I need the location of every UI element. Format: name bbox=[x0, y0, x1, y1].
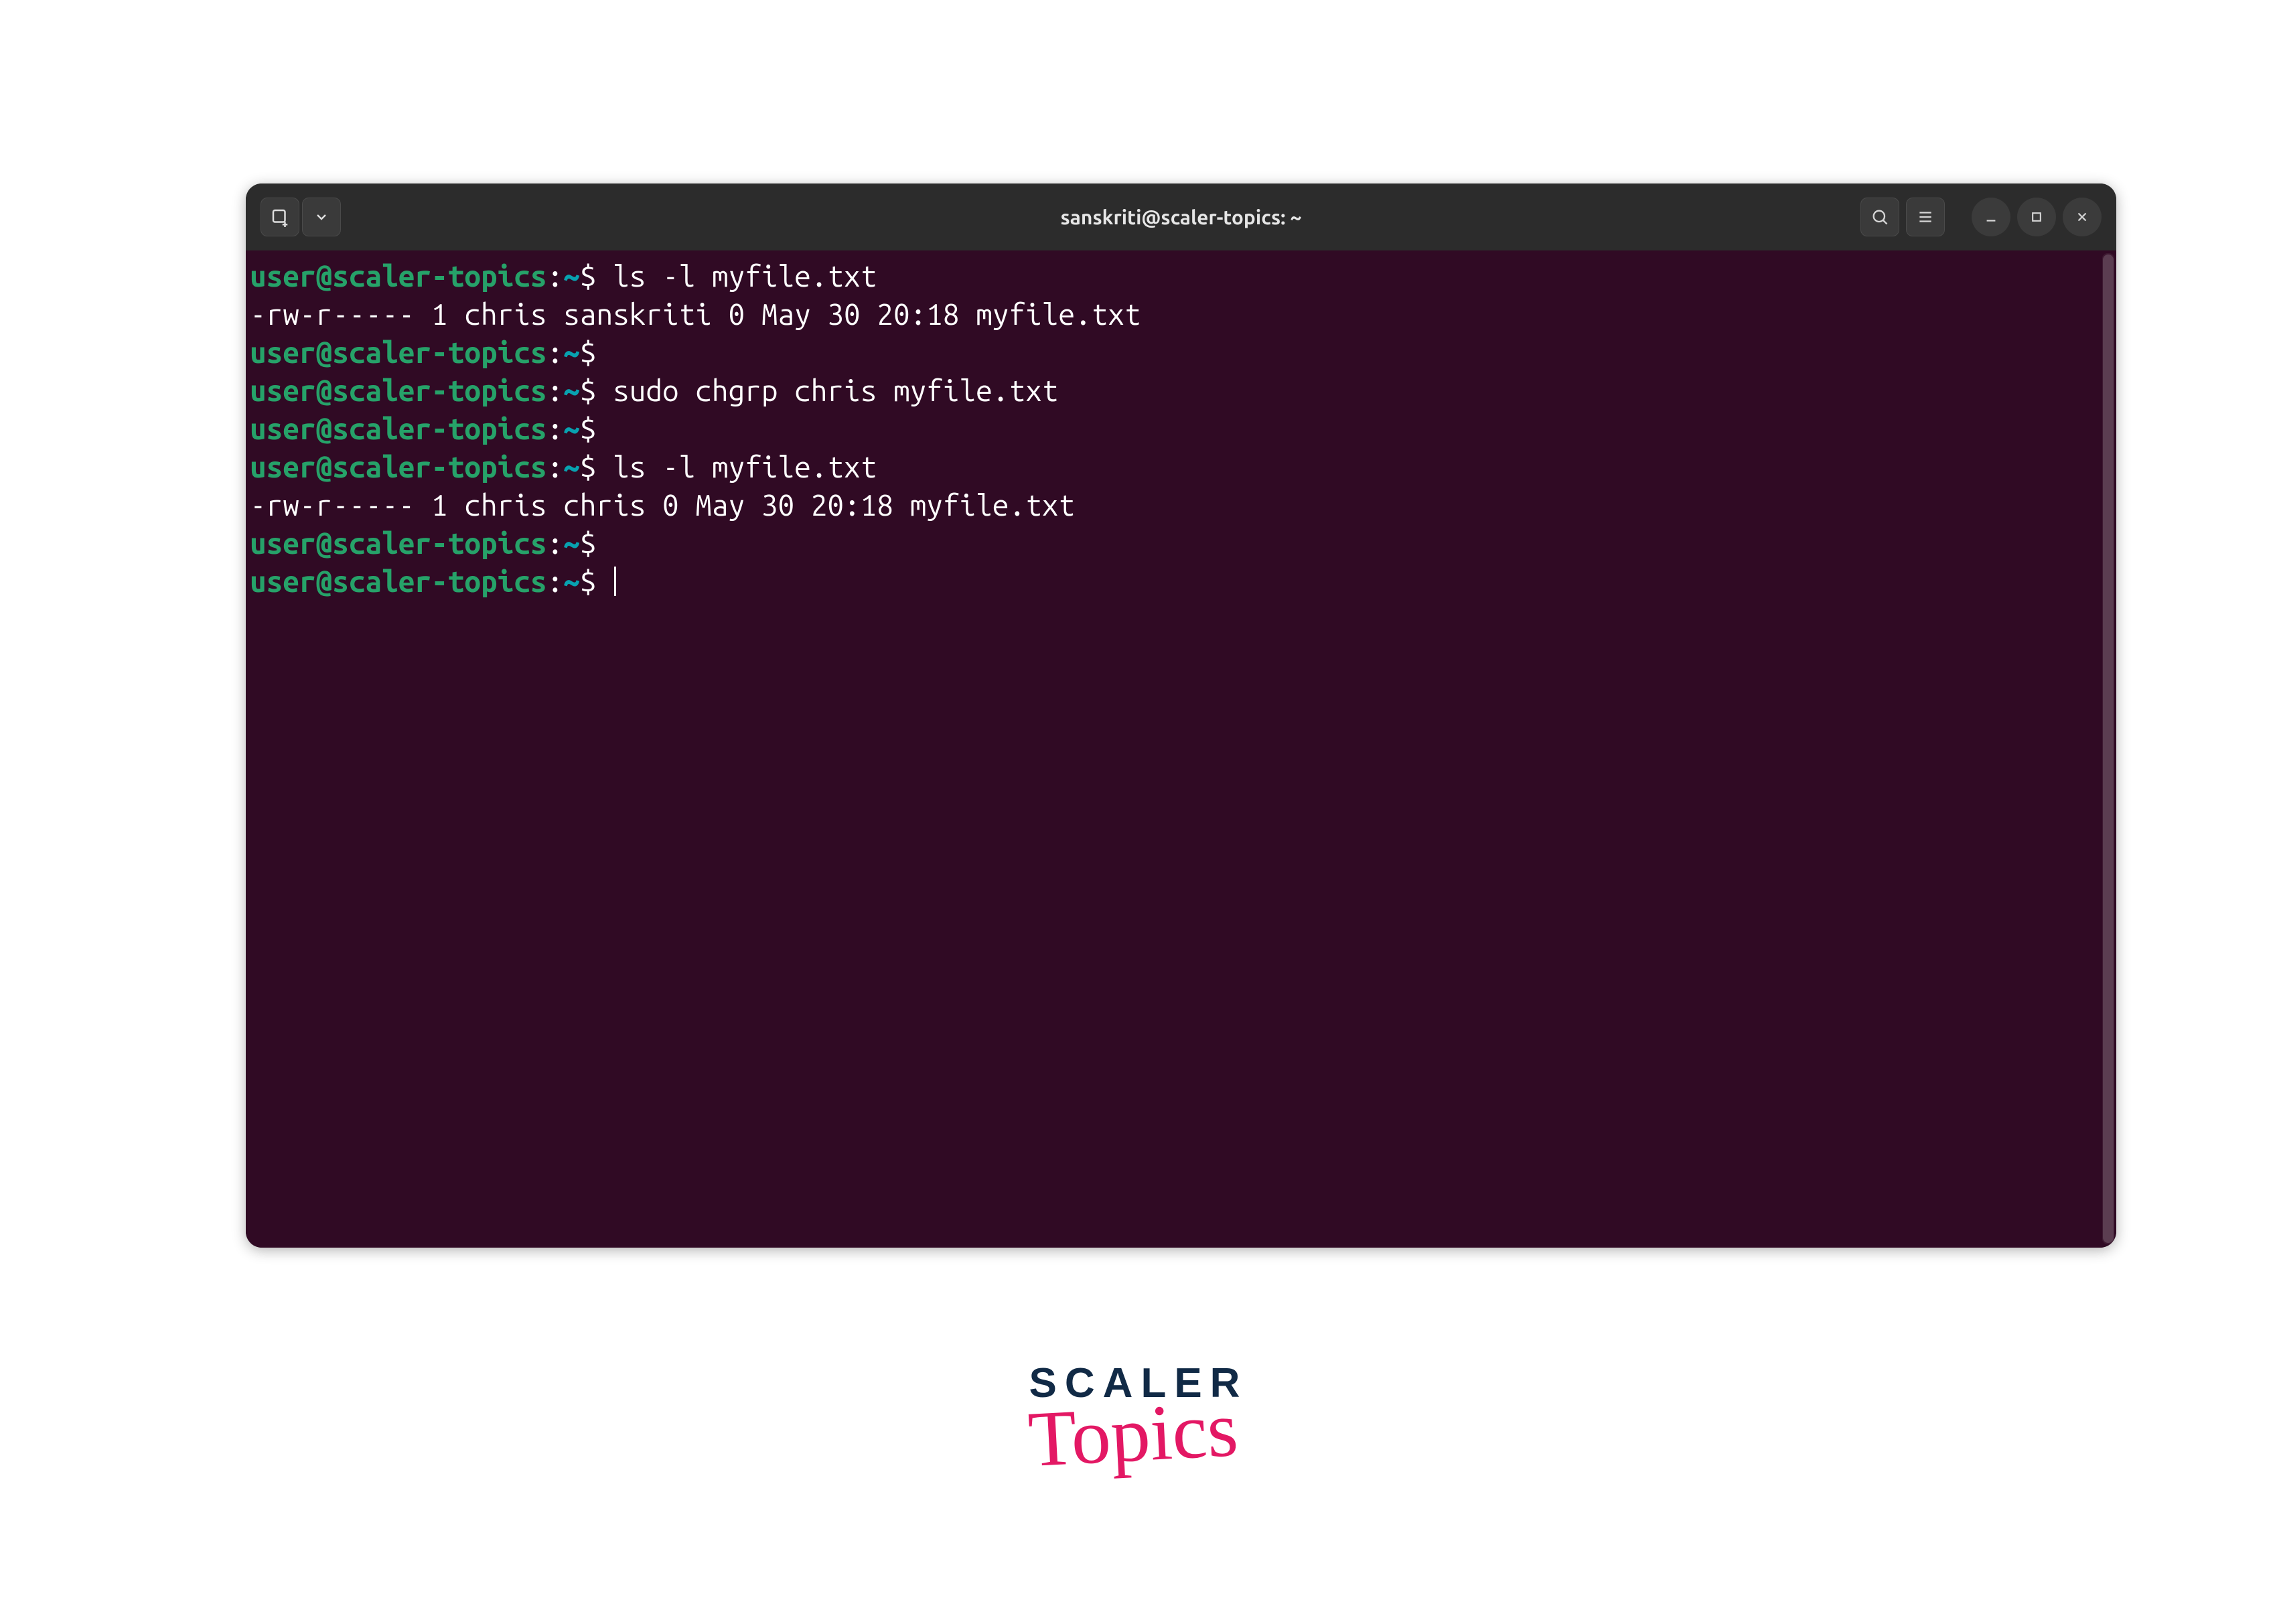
terminal-line: user@scaler-topics:~$ ls -l myfile.txt bbox=[250, 257, 2112, 295]
titlebar-left-controls bbox=[261, 198, 341, 236]
brand-logo: SCALER Topics bbox=[1029, 1363, 1248, 1470]
terminal-line: user@scaler-topics:~$ ls -l myfile.txt bbox=[250, 448, 2112, 486]
terminal-body[interactable]: user@scaler-topics:~$ ls -l myfile.txt-r… bbox=[246, 250, 2116, 1248]
maximize-button[interactable] bbox=[2017, 198, 2056, 236]
tab-dropdown-button[interactable] bbox=[302, 198, 341, 236]
new-tab-button[interactable] bbox=[261, 198, 299, 236]
hamburger-menu-button[interactable] bbox=[1906, 198, 1945, 236]
cursor bbox=[614, 567, 616, 596]
terminal-line: -rw-r----- 1 chris sanskriti 0 May 30 20… bbox=[250, 295, 2112, 334]
titlebar-right-controls bbox=[1860, 198, 2102, 236]
search-button[interactable] bbox=[1860, 198, 1899, 236]
terminal-line: user@scaler-topics:~$ bbox=[250, 524, 2112, 563]
terminal-line: user@scaler-topics:~$ bbox=[250, 410, 2112, 448]
command-text bbox=[596, 565, 613, 598]
minimize-button[interactable] bbox=[1972, 198, 2010, 236]
command-text: sudo chgrp chris myfile.txt bbox=[596, 374, 1058, 407]
terminal-window: sanskriti@scaler-topics: ~ bbox=[246, 183, 2116, 1248]
titlebar: sanskriti@scaler-topics: ~ bbox=[246, 183, 2116, 250]
window-title: sanskriti@scaler-topics: ~ bbox=[1060, 206, 1301, 228]
command-text: ls -l myfile.txt bbox=[596, 451, 877, 484]
output-text: -rw-r----- 1 chris sanskriti 0 May 30 20… bbox=[250, 298, 1141, 331]
terminal-line: user@scaler-topics:~$ bbox=[250, 334, 2112, 372]
close-button[interactable] bbox=[2063, 198, 2102, 236]
scrollbar-thumb[interactable] bbox=[2103, 254, 2114, 1243]
scrollbar[interactable] bbox=[2102, 253, 2114, 1244]
output-text: -rw-r----- 1 chris chris 0 May 30 20:18 … bbox=[250, 489, 1075, 522]
terminal-content: user@scaler-topics:~$ ls -l myfile.txt-r… bbox=[250, 257, 2112, 601]
command-text: ls -l myfile.txt bbox=[596, 260, 877, 293]
logo-text-bottom: Topics bbox=[1022, 1394, 1244, 1476]
terminal-line: user@scaler-topics:~$ sudo chgrp chris m… bbox=[250, 372, 2112, 410]
terminal-line: user@scaler-topics:~$ bbox=[250, 563, 2112, 601]
terminal-line: -rw-r----- 1 chris chris 0 May 30 20:18 … bbox=[250, 486, 2112, 524]
